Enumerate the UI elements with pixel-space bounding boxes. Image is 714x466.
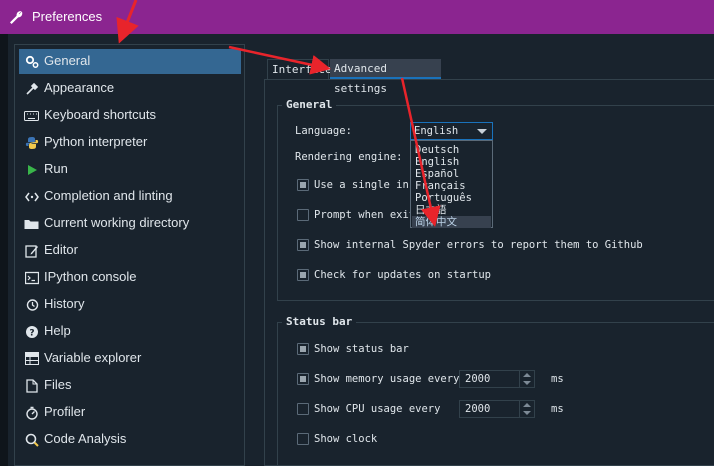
eyedropper-icon xyxy=(24,81,39,96)
sidebar-item-label: General xyxy=(44,53,91,68)
history-icon xyxy=(24,297,39,312)
single-instance-checkbox[interactable] xyxy=(297,179,309,191)
show-clock-label: Show clock xyxy=(314,433,378,445)
arrow-up-icon[interactable] xyxy=(523,403,531,407)
sidebar-item-label: History xyxy=(44,296,85,311)
sidebar-item-current-working-directory[interactable]: Current working directory xyxy=(19,211,241,236)
sidebar-item-variable-explorer[interactable]: Variable explorer xyxy=(19,346,241,371)
spin-buttons[interactable] xyxy=(519,401,534,417)
prompt-exit-checkbox[interactable] xyxy=(297,209,309,221)
check-updates-checkbox[interactable] xyxy=(297,269,309,281)
sidebar-item-completion-and-linting[interactable]: Completion and linting xyxy=(19,184,241,209)
language-option[interactable]: Português xyxy=(415,192,472,204)
svg-text:?: ? xyxy=(29,328,34,338)
sidebar-item-files[interactable]: Files xyxy=(19,373,241,398)
language-option-highlighted[interactable]: 简体中文 xyxy=(412,216,491,228)
sidebar-item-appearance[interactable]: Appearance xyxy=(19,76,241,101)
sidebar-item-label: Editor xyxy=(44,242,78,257)
sidebar-item-keyboard-shortcuts[interactable]: Keyboard shortcuts xyxy=(19,103,241,128)
sidebar-item-label: Current working directory xyxy=(44,215,190,230)
show-status-bar-checkbox[interactable] xyxy=(297,343,309,355)
sidebar-item-label: Profiler xyxy=(44,404,86,419)
show-internal-errors-label: Show internal Spyder errors to report th… xyxy=(314,239,643,251)
sidebar-item-label: IPython console xyxy=(44,269,137,284)
cpu-usage-checkbox[interactable] xyxy=(297,403,309,415)
memory-usage-label: Show memory usage every xyxy=(314,373,460,385)
gears-icon xyxy=(24,54,39,69)
arrow-down-icon[interactable] xyxy=(523,411,531,415)
language-option[interactable]: Deutsch xyxy=(415,144,459,156)
sidebar-item-label: Appearance xyxy=(44,80,115,95)
sidebar-item-python-interpreter[interactable]: Python interpreter xyxy=(19,130,241,155)
sidebar-item-history[interactable]: History xyxy=(19,292,241,317)
sidebar-item-profiler[interactable]: Profiler xyxy=(19,400,241,425)
language-dropdown-list: Deutsch English Español Français Portugu… xyxy=(410,140,493,228)
sidebar-item-editor[interactable]: Editor xyxy=(19,238,241,263)
cpu-usage-label: Show CPU usage every xyxy=(314,403,441,415)
memory-usage-checkbox[interactable] xyxy=(297,373,309,385)
rendering-engine-label: Rendering engine: xyxy=(295,151,403,163)
arrow-down-icon[interactable] xyxy=(523,381,531,385)
sidebar-item-run[interactable]: Run xyxy=(19,157,241,182)
arrow-up-icon[interactable] xyxy=(523,373,531,377)
sidebar-item-label: Help xyxy=(44,323,71,338)
check-updates-label: Check for updates on startup xyxy=(314,269,492,281)
cpu-interval-spinbox[interactable]: 2000 xyxy=(459,400,535,418)
tab-interface[interactable]: Interface xyxy=(267,59,332,79)
sidebar-item-ipython-console[interactable]: IPython console xyxy=(19,265,241,290)
cpu-interval-value: 2000 xyxy=(465,403,491,415)
title-bar: Preferences xyxy=(0,0,714,34)
language-option[interactable]: English xyxy=(415,156,459,168)
sidebar-item-help[interactable]: ? Help xyxy=(19,319,241,344)
sidebar-item-label: Code Analysis xyxy=(44,431,127,446)
edit-icon xyxy=(24,243,39,258)
play-icon xyxy=(24,162,39,177)
show-status-bar-label: Show status bar xyxy=(314,343,409,355)
memory-unit: ms xyxy=(551,373,564,385)
memory-interval-spinbox[interactable]: 2000 xyxy=(459,370,535,388)
tab-advanced-settings[interactable]: Advanced settings xyxy=(330,59,441,95)
sidebar-item-label: Run xyxy=(44,161,68,176)
language-label: Language: xyxy=(295,125,352,137)
window-title: Preferences xyxy=(32,9,103,24)
python-icon xyxy=(24,135,39,150)
spin-buttons[interactable] xyxy=(519,371,534,387)
prompt-exit-label: Prompt when exit xyxy=(314,209,416,221)
language-option[interactable]: Français xyxy=(415,180,466,192)
general-group-title: General xyxy=(282,98,337,111)
show-clock-checkbox[interactable] xyxy=(297,433,309,445)
table-icon xyxy=(24,351,39,366)
profiler-icon xyxy=(24,405,39,420)
language-option[interactable]: 日本語 xyxy=(415,204,447,216)
keyboard-icon xyxy=(24,108,39,123)
help-icon: ? xyxy=(24,324,39,339)
single-instance-label: Use a single ins xyxy=(314,179,416,191)
completion-icon xyxy=(24,189,39,204)
sidebar-item-label: Completion and linting xyxy=(44,188,173,203)
sidebar-item-label: Keyboard shortcuts xyxy=(44,107,157,122)
preferences-sidebar: General Appearance Keyboard shortcuts Py… xyxy=(14,44,245,466)
sidebar-item-general[interactable]: General xyxy=(19,49,241,74)
language-select[interactable]: English xyxy=(410,122,493,140)
background-strip xyxy=(0,34,8,466)
sidebar-item-label: Variable explorer xyxy=(44,350,142,365)
show-internal-errors-checkbox[interactable] xyxy=(297,239,309,251)
memory-interval-value: 2000 xyxy=(465,373,491,385)
ipython-icon xyxy=(24,270,39,285)
code-analysis-icon xyxy=(24,432,39,447)
sidebar-item-label: Python interpreter xyxy=(44,134,148,149)
language-option[interactable]: Español xyxy=(415,168,459,180)
sidebar-item-code-analysis[interactable]: Code Analysis xyxy=(19,427,241,452)
sidebar-item-label: Files xyxy=(44,377,72,392)
files-icon xyxy=(24,378,39,393)
status-bar-group-title: Status bar xyxy=(282,315,357,328)
chevron-down-icon xyxy=(477,129,487,134)
cpu-unit: ms xyxy=(551,403,564,415)
language-select-value: English xyxy=(414,125,459,137)
folder-icon xyxy=(24,216,39,231)
wrench-icon xyxy=(10,11,23,24)
